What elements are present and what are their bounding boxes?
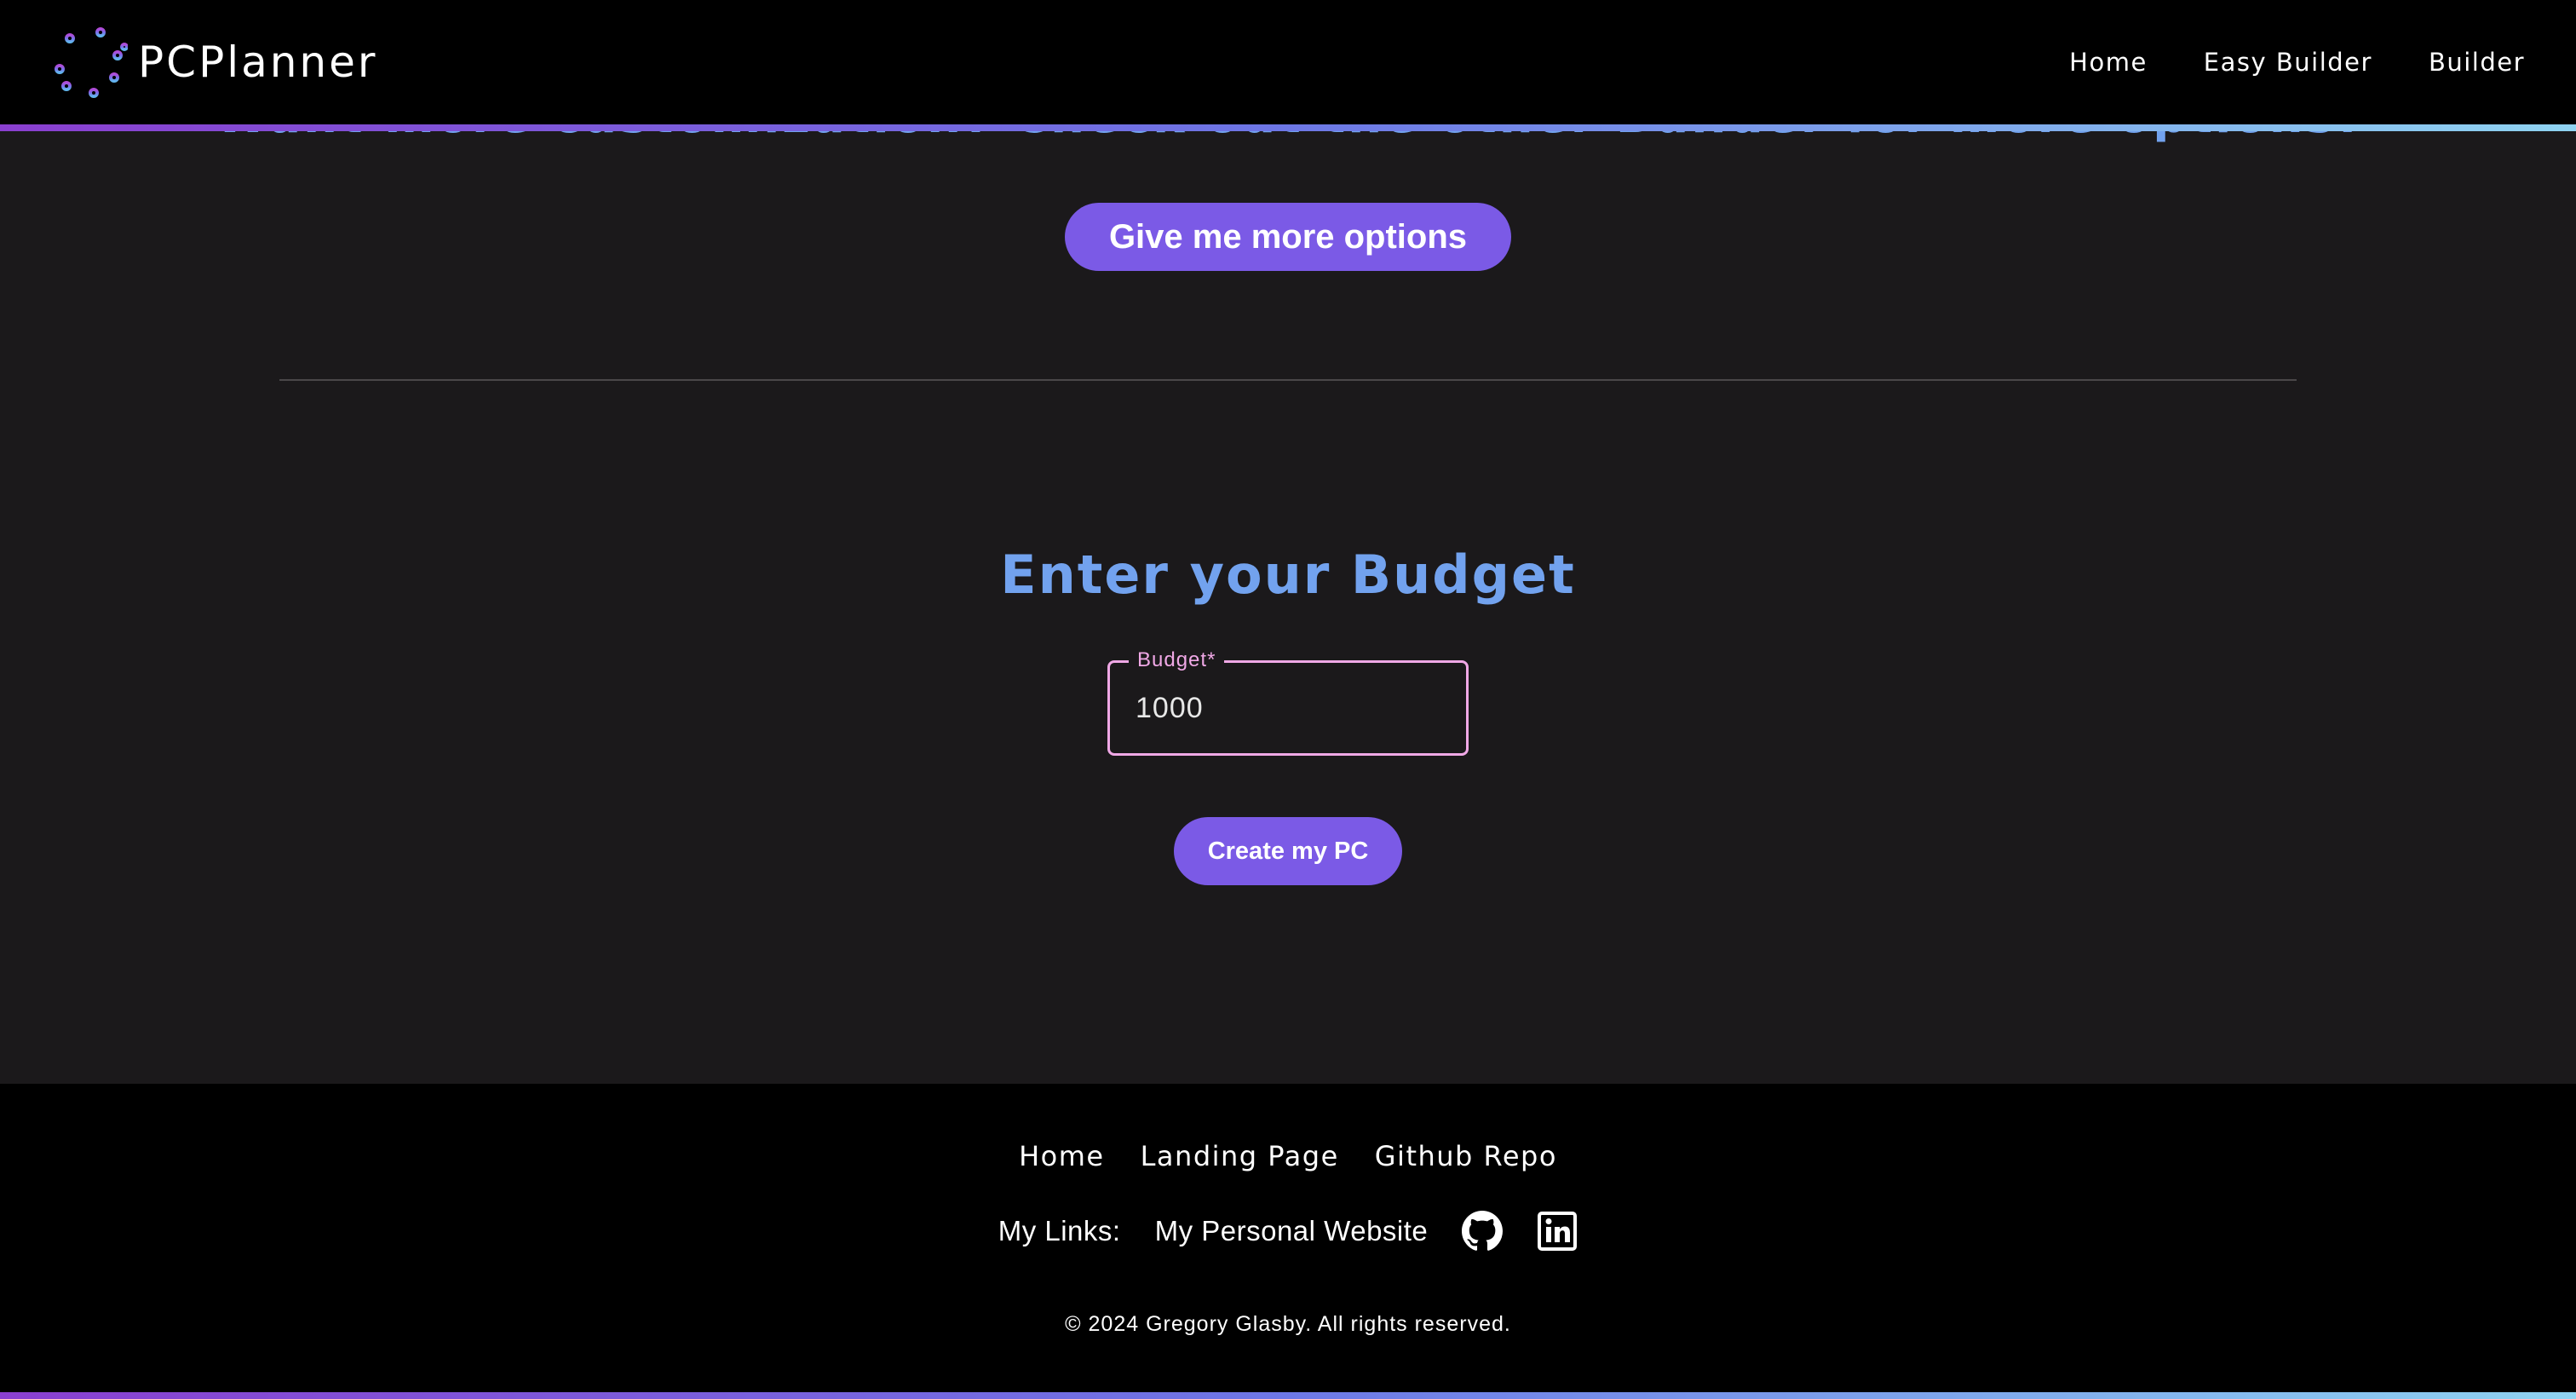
navbar: PCPlanner Home Easy Builder Builder bbox=[0, 0, 2576, 124]
copyright-text: © 2024 Gregory Glasby. All rights reserv… bbox=[1065, 1312, 1511, 1336]
personal-website-link[interactable]: My Personal Website bbox=[1155, 1215, 1429, 1247]
footer-link-home[interactable]: Home bbox=[1019, 1135, 1105, 1177]
footer-link-github-repo[interactable]: Github Repo bbox=[1375, 1135, 1557, 1177]
nav-link-builder[interactable]: Builder bbox=[2429, 48, 2525, 77]
nav-link-home[interactable]: Home bbox=[2069, 48, 2148, 77]
page: PCPlanner Home Easy Builder Builder Want… bbox=[0, 0, 2576, 1399]
budget-input[interactable] bbox=[1136, 680, 1442, 736]
footer-nav: Home Landing Page Github Repo bbox=[0, 1135, 2576, 1177]
create-pc-button[interactable]: Create my PC bbox=[1174, 817, 1402, 885]
main-nav: Home Easy Builder Builder bbox=[2069, 0, 2525, 124]
brand-name: PCPlanner bbox=[138, 37, 378, 87]
my-links-label: My Links: bbox=[998, 1215, 1121, 1246]
linkedin-icon[interactable] bbox=[1537, 1211, 1578, 1252]
brand[interactable]: PCPlanner bbox=[53, 26, 377, 99]
budget-heading: Enter your Budget bbox=[1000, 544, 1576, 606]
github-icon[interactable] bbox=[1462, 1211, 1504, 1252]
footer: Home Landing Page Github Repo My Links: … bbox=[0, 1084, 2576, 1392]
footer-link-landing-page[interactable]: Landing Page bbox=[1141, 1135, 1339, 1177]
budget-field-label: Budget* bbox=[1129, 648, 1225, 673]
footer-personal-links: My Links: My Personal Website bbox=[0, 1210, 2576, 1252]
footer-gradient-line bbox=[0, 1392, 2576, 1399]
navbar-gradient-line bbox=[0, 124, 2576, 131]
nav-link-easy-builder[interactable]: Easy Builder bbox=[2204, 48, 2372, 77]
section-divider bbox=[279, 379, 2297, 381]
circuit-lines-icon bbox=[55, 27, 128, 98]
budget-field[interactable]: Budget* bbox=[1107, 648, 1469, 756]
more-options-button[interactable]: Give me more options bbox=[1065, 203, 1511, 271]
